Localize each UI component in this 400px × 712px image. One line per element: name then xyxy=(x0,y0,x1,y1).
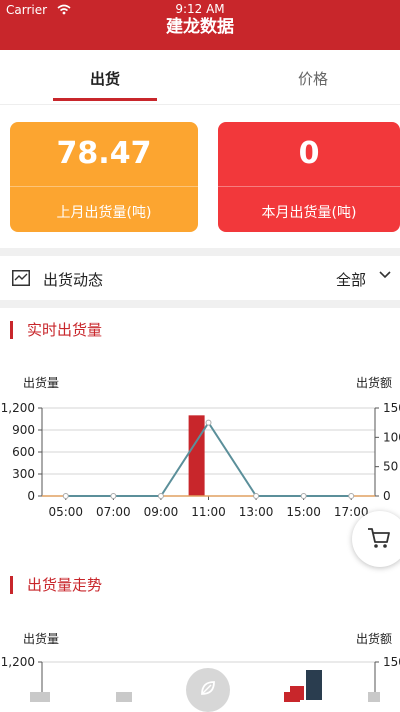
section-label: 出货动态 xyxy=(43,271,104,289)
section-accent xyxy=(10,321,13,339)
separator xyxy=(0,300,400,308)
y-tick-label-left: 0 xyxy=(27,489,35,503)
active-tab-indicator xyxy=(53,98,157,101)
tab-profile-icon[interactable] xyxy=(368,692,380,702)
y-tick-label-right: 50 xyxy=(383,460,398,474)
y-axis-left-label: 出货量 xyxy=(23,375,59,390)
y-axis-right-label: 出货额 xyxy=(356,375,392,390)
y-axis-left-label: 出货量 xyxy=(23,631,59,646)
y-tick-label-left: 600 xyxy=(12,445,35,459)
y-tick-label-left: 1,200 xyxy=(1,401,35,415)
tab-shipment[interactable]: 出货 xyxy=(5,52,205,104)
cart-button[interactable] xyxy=(352,511,400,567)
card-divider xyxy=(218,186,400,187)
this-month-label: 本月出货量(吨) xyxy=(261,205,357,221)
chart-title: 出货量走势 xyxy=(27,576,103,594)
line-point xyxy=(205,419,212,426)
tab-price[interactable]: 价格 xyxy=(213,52,400,104)
x-tick-label: 05:00 xyxy=(48,505,83,518)
y-tick-label-right: 150 xyxy=(383,401,400,415)
y-tick-label-left: 900 xyxy=(12,423,35,437)
y-tick-label-right: 0 xyxy=(383,489,391,503)
bar xyxy=(188,415,205,496)
y-tick-label-left: 1,200 xyxy=(1,655,35,669)
line-point xyxy=(62,493,69,499)
line-point xyxy=(253,493,260,499)
x-tick-label: 11:00 xyxy=(191,505,226,518)
x-tick-label: 07:00 xyxy=(96,505,131,518)
page-title: 建龙数据 xyxy=(166,17,234,37)
chart-title: 实时出货量 xyxy=(27,321,103,339)
series-line xyxy=(65,420,352,497)
last-month-value: 78.47 xyxy=(56,136,152,171)
y-tick-label-left: 300 xyxy=(12,467,35,481)
section-accent xyxy=(10,576,13,594)
tab-report-icon[interactable] xyxy=(284,692,300,702)
leaf-icon xyxy=(201,681,215,695)
last-month-label: 上月出货量(吨) xyxy=(56,205,152,221)
separator xyxy=(0,248,400,256)
bar xyxy=(306,670,322,700)
realtime-chart: 出货量 出货额 0 300 600 900 1,200 0 50 100 150 05:00 07:00… xyxy=(1,375,400,518)
x-tick-label: 13:00 xyxy=(239,505,274,518)
x-tick-label: 15:00 xyxy=(286,505,321,518)
cart-icon xyxy=(368,528,390,548)
card-divider xyxy=(10,186,198,187)
line-point xyxy=(348,493,355,499)
y-tick-label-right: 150 xyxy=(383,655,400,669)
filter-select[interactable]: 全部 xyxy=(336,269,366,290)
last-month-card[interactable]: 78.47 上月出货量(吨) xyxy=(10,122,198,232)
line-point xyxy=(157,493,164,499)
x-tick-label: 09:00 xyxy=(144,505,179,518)
this-month-value: 0 xyxy=(298,136,320,171)
y-tick-label-right: 100 xyxy=(383,430,400,444)
center-action-button[interactable] xyxy=(186,668,230,712)
tab-data-icon[interactable] xyxy=(116,692,132,702)
this-month-card[interactable]: 0 本月出货量(吨) xyxy=(218,122,400,232)
chevron-down-icon[interactable] xyxy=(378,268,392,282)
trend-chart-header: 出货量走势 xyxy=(0,574,400,598)
shipment-activity-row[interactable]: 出货动态 全部 xyxy=(0,256,400,300)
chart-trend-icon xyxy=(12,270,30,286)
tab-home-icon[interactable] xyxy=(30,692,50,702)
clock: 9:12 AM xyxy=(175,2,225,16)
nav-bar: 建龙数据 xyxy=(0,18,400,50)
line-point xyxy=(110,493,117,499)
line-point xyxy=(300,493,307,499)
y-axis-right-label: 出货额 xyxy=(356,631,392,646)
realtime-chart-header: 实时出货量 xyxy=(0,319,400,343)
